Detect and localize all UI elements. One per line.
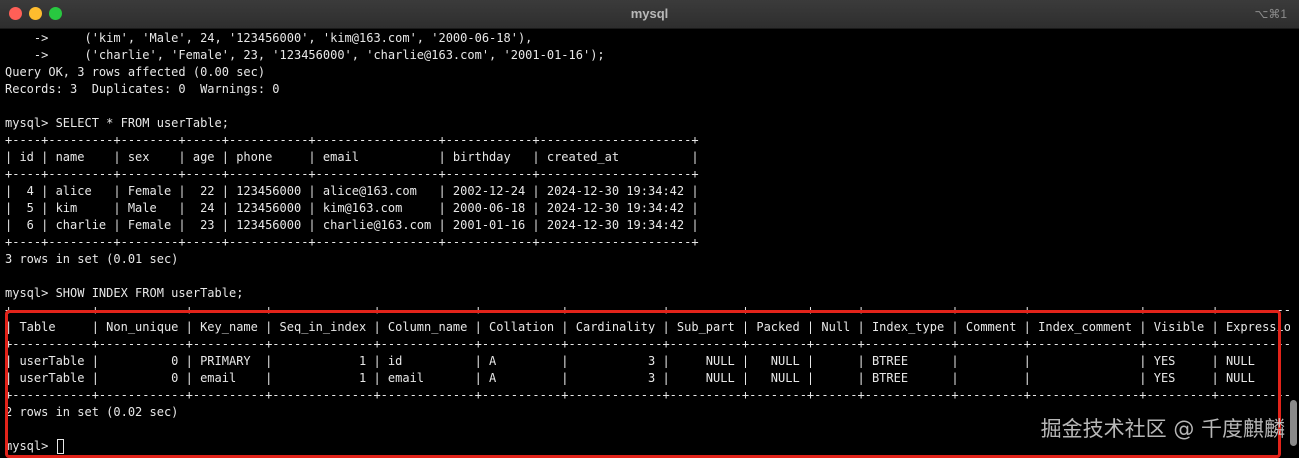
terminal-line: +----+---------+--------+-----+---------… bbox=[5, 235, 699, 249]
terminal-line: | userTable | 0 | email | 1 | email | A … bbox=[5, 371, 1290, 385]
terminal-line: +-----------+------------+----------+---… bbox=[5, 337, 1290, 351]
terminal-line: | Table | Non_unique | Key_name | Seq_in… bbox=[5, 320, 1290, 334]
window-shortcut-label: ⌥⌘1 bbox=[1254, 7, 1287, 21]
text-cursor bbox=[56, 439, 64, 454]
terminal-line: +----+---------+--------+-----+---------… bbox=[5, 133, 699, 147]
watermark-text: 掘金技术社区 @ 千度麒麟 bbox=[1040, 417, 1285, 441]
terminal-line: | 6 | charlie | Female | 23 | 123456000 … bbox=[5, 218, 699, 232]
terminal-line: | id | name | sex | age | phone | email … bbox=[5, 150, 699, 164]
terminal-scrollbar[interactable] bbox=[1290, 400, 1297, 446]
terminal-output[interactable]: -> ('kim', 'Male', 24, '123456000', 'kim… bbox=[5, 30, 1290, 458]
terminal-line: | 4 | alice | Female | 22 | 123456000 | … bbox=[5, 184, 699, 198]
terminal-line: | 5 | kim | Male | 24 | 123456000 | kim@… bbox=[5, 201, 699, 215]
terminal-line: 3 rows in set (0.01 sec) bbox=[5, 252, 179, 266]
window-title: mysql bbox=[630, 6, 669, 21]
terminal-line: mysql> SELECT * FROM userTable; bbox=[5, 116, 229, 130]
window-titlebar: mysql ⌥⌘1 bbox=[0, 0, 1299, 29]
terminal-line: Query OK, 3 rows affected (0.00 sec) bbox=[5, 65, 266, 79]
terminal-line: +----+---------+--------+-----+---------… bbox=[5, 167, 699, 181]
terminal-line: -> ('kim', 'Male', 24, '123456000', 'kim… bbox=[5, 31, 533, 45]
terminal-line: +-----------+------------+----------+---… bbox=[5, 303, 1290, 317]
terminal-line: +-----------+------------+----------+---… bbox=[5, 388, 1290, 402]
terminal-line: -> ('charlie', 'Female', 23, '123456000'… bbox=[5, 48, 605, 62]
terminal-line: Records: 3 Duplicates: 0 Warnings: 0 bbox=[5, 82, 280, 96]
terminal-line: | userTable | 0 | PRIMARY | 1 | id | A |… bbox=[5, 354, 1290, 368]
terminal-prompt: mysql> bbox=[5, 439, 56, 453]
terminal-line: mysql> SHOW INDEX FROM userTable; bbox=[5, 286, 244, 300]
